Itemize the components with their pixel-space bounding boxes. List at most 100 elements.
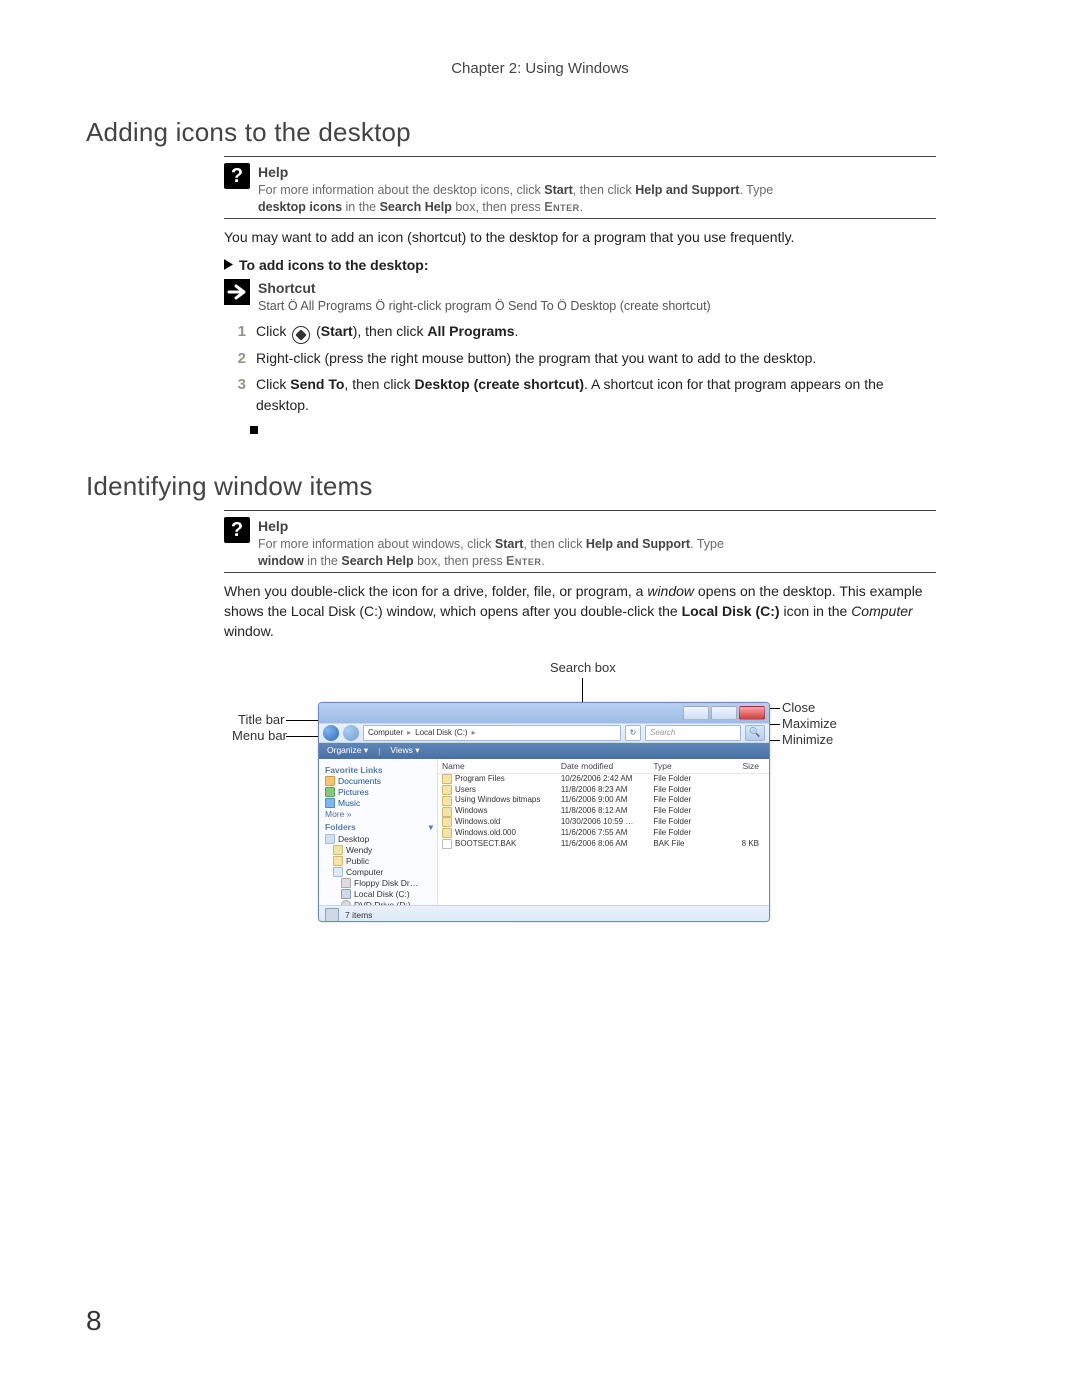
col-size[interactable]: Size <box>708 761 769 771</box>
column-headers[interactable]: Name Date modified Type Size <box>438 759 769 774</box>
label-titlebar: Title bar <box>238 712 284 727</box>
table-row[interactable]: Using Windows bitmaps11/6/2006 9:00 AMFi… <box>438 795 769 806</box>
folder-icon <box>442 774 452 784</box>
sidebar-item[interactable]: Documents <box>325 776 437 786</box>
t: ), then click <box>353 323 428 339</box>
table-row[interactable]: Program Files10/26/2006 2:42 AMFile Fold… <box>438 774 769 785</box>
section-rule <box>224 218 936 219</box>
explorer-window: Computer ▸ Local Disk (C:) ▸ ↻ Search 🔍 … <box>318 702 770 922</box>
chevron-down-icon[interactable]: ▾ <box>429 822 433 833</box>
breadcrumb-segment[interactable]: Local Disk (C:) <box>415 728 467 737</box>
cell-type: File Folder <box>649 795 708 806</box>
breadcrumb-segment[interactable]: Computer <box>368 728 403 737</box>
hdd-icon <box>325 908 339 922</box>
shortcut-title: Shortcut <box>258 279 936 298</box>
tree-label: Floppy Disk Dr… <box>354 878 418 888</box>
menu-organize[interactable]: Organize ▾ <box>327 745 368 756</box>
status-text: 7 items <box>345 910 372 920</box>
tree-item[interactable]: Desktop <box>325 834 437 844</box>
table-row[interactable]: Windows.old.00011/6/2006 7:55 AMFile Fol… <box>438 828 769 839</box>
sidebar-item-label: Music <box>338 798 360 808</box>
table-row[interactable]: Windows.old10/30/2006 10:59 …File Folder <box>438 817 769 828</box>
folder-icon <box>442 817 452 827</box>
sidebar: Favorite Links Documents Pictures Music … <box>319 759 438 905</box>
start-orb-icon <box>292 326 310 344</box>
cell-type: File Folder <box>649 806 708 817</box>
table-row[interactable]: BOOTSECT.BAK11/6/2006 8:06 AMBAK File8 K… <box>438 839 769 850</box>
tree-item[interactable]: Computer <box>325 867 437 877</box>
cell-date: 11/6/2006 9:00 AM <box>557 795 650 806</box>
refresh-button[interactable]: ↻ <box>625 725 641 741</box>
menu-bar[interactable]: Organize ▾ | Views ▾ <box>319 743 769 759</box>
t: Help and Support <box>635 183 739 197</box>
sidebar-folders-header: Folders <box>325 822 356 832</box>
tree-item[interactable]: Local Disk (C:) <box>325 889 437 899</box>
step-number: 2 <box>230 348 246 371</box>
task-heading: To add icons to the desktop: <box>224 257 936 273</box>
cell-type: File Folder <box>649 817 708 828</box>
sidebar-item[interactable]: More » <box>325 809 437 819</box>
close-button[interactable] <box>739 706 765 720</box>
cell-size <box>708 828 769 839</box>
t: window <box>647 583 694 599</box>
breadcrumb-sep-icon: ▸ <box>472 728 476 737</box>
documents-icon <box>325 776 335 786</box>
step-3: 3 Click Send To, then click Desktop (cre… <box>230 374 936 416</box>
tree-item[interactable]: Floppy Disk Dr… <box>325 878 437 888</box>
menu-views[interactable]: Views ▾ <box>390 745 419 756</box>
t: box, then press <box>452 200 544 214</box>
t: box, then press <box>414 554 506 568</box>
cell-size <box>708 795 769 806</box>
table-row[interactable]: Users11/8/2006 8:23 AMFile Folder <box>438 785 769 796</box>
cell-type: BAK File <box>649 839 708 850</box>
col-name[interactable]: Name <box>438 761 557 771</box>
search-input[interactable]: Search <box>645 725 741 741</box>
search-button[interactable]: 🔍 <box>745 725 765 741</box>
maximize-button[interactable] <box>711 706 737 720</box>
breadcrumb[interactable]: Computer ▸ Local Disk (C:) ▸ <box>363 725 621 741</box>
intro-paragraph: You may want to add an icon (shortcut) t… <box>224 227 936 247</box>
pictures-icon <box>325 787 335 797</box>
page-number: 8 <box>86 1305 102 1337</box>
cell-name: Windows <box>455 806 487 817</box>
sidebar-item[interactable]: Music <box>325 798 437 808</box>
sidebar-favorites-header: Favorite Links <box>325 765 437 775</box>
table-row[interactable]: Windows 11/8/2006 8:12 AMFile Folder <box>438 806 769 817</box>
window-items-paragraph: When you double-click the icon for a dri… <box>224 581 936 642</box>
cell-name: Windows.old.000 <box>455 828 516 839</box>
tree-item[interactable]: Wendy <box>325 845 437 855</box>
folder-icon <box>442 828 452 838</box>
search-icon: 🔍 <box>749 727 760 738</box>
t: , then click <box>344 376 414 392</box>
t: . Type <box>690 537 724 551</box>
t: Start <box>321 323 353 339</box>
t: Desktop (create shortcut) <box>414 376 584 392</box>
t: , then click <box>573 183 636 197</box>
sidebar-item[interactable]: Pictures <box>325 787 437 797</box>
tree-item[interactable]: Public <box>325 856 437 866</box>
breadcrumb-sep-icon: ▸ <box>407 728 411 737</box>
cell-date: 11/8/2006 8:12 AM <box>557 806 650 817</box>
col-date[interactable]: Date modified <box>557 761 650 771</box>
file-icon <box>442 839 452 849</box>
help-title: Help <box>258 163 936 182</box>
t: Search Help <box>380 200 452 214</box>
nav-back-button[interactable] <box>323 725 339 741</box>
nav-forward-button[interactable] <box>343 725 359 741</box>
t: . <box>515 323 519 339</box>
t: All Programs <box>427 323 514 339</box>
cell-size <box>708 817 769 828</box>
sidebar-item-label: Documents <box>338 776 381 786</box>
t: Click <box>256 323 290 339</box>
t: . <box>541 554 544 568</box>
tree-item[interactable]: DVD Drive (D:) <box>325 900 437 905</box>
help-callout: ? Help For more information about the de… <box>224 163 936 216</box>
section-rule <box>224 572 936 573</box>
folder-icon <box>442 785 452 795</box>
col-type[interactable]: Type <box>649 761 708 771</box>
minimize-button[interactable] <box>683 706 709 720</box>
steps-list: 1 Click (Start), then click All Programs… <box>230 321 936 417</box>
title-bar[interactable] <box>319 703 769 723</box>
t: ( <box>312 323 321 339</box>
cell-date: 10/26/2006 2:42 AM <box>557 774 650 785</box>
